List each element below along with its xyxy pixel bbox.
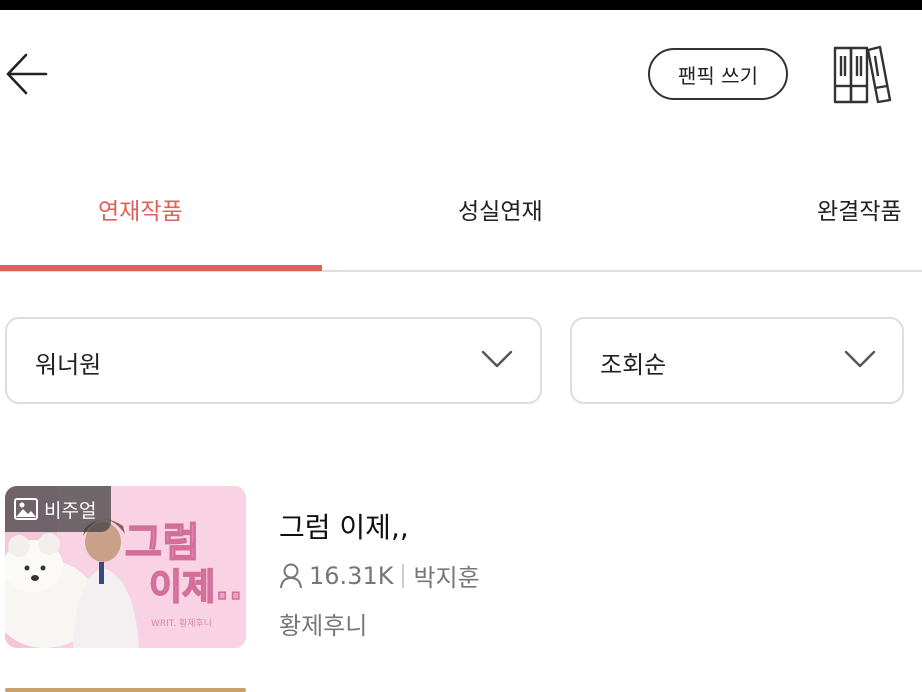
chevron-down-icon bbox=[844, 350, 876, 368]
chevron-down-icon bbox=[481, 350, 513, 368]
sort-filter-dropdown[interactable]: 조회순 bbox=[570, 317, 904, 404]
list-item[interactable]: 그럼 이제.. WRIT. 황제후니 비주얼 그럼 이제,, 16.31K 박지… bbox=[0, 486, 922, 651]
bookshelf-icon bbox=[833, 45, 892, 104]
write-fanfic-button[interactable]: 팬픽 쓰기 bbox=[648, 48, 788, 100]
image-icon bbox=[14, 498, 38, 520]
tab-faithful-serial[interactable]: 성실연재 bbox=[458, 192, 543, 226]
arrow-left-icon bbox=[6, 53, 48, 95]
group-filter-value: 워너원 bbox=[35, 351, 102, 379]
story-meta: 16.31K 박지훈 bbox=[279, 558, 480, 593]
view-count: 16.31K bbox=[309, 561, 394, 590]
back-button[interactable] bbox=[4, 52, 50, 96]
sort-filter-value: 조회순 bbox=[600, 351, 667, 379]
tab-serializing[interactable]: 연재작품 bbox=[98, 192, 183, 226]
story-author[interactable]: 황제후니 bbox=[279, 606, 367, 641]
thumb-caption: WRIT. 황제후니 bbox=[151, 619, 213, 629]
story-thumbnail[interactable]: 그럼 이제.. WRIT. 황제후니 비주얼 bbox=[5, 486, 246, 648]
tab-bar: 연재작품 성실연재 완결작품 bbox=[0, 180, 922, 272]
status-bar bbox=[0, 0, 922, 10]
thumb-text-line2: 이제.. bbox=[148, 566, 243, 609]
visual-badge-label: 비주얼 bbox=[44, 499, 97, 522]
tab-completed[interactable]: 완결작품 bbox=[817, 192, 902, 226]
group-filter-dropdown[interactable]: 워너원 bbox=[5, 317, 542, 404]
active-tab-indicator bbox=[0, 265, 322, 271]
story-title[interactable]: 그럼 이제,, bbox=[279, 506, 409, 546]
next-item-thumbnail-peek bbox=[5, 688, 246, 692]
story-tag: 박지훈 bbox=[413, 564, 480, 592]
library-button[interactable] bbox=[830, 44, 892, 106]
person-icon bbox=[280, 563, 302, 588]
meta-divider bbox=[402, 563, 405, 588]
visual-badge: 비주얼 bbox=[5, 486, 111, 532]
write-fanfic-label: 팬픽 쓰기 bbox=[678, 63, 758, 88]
